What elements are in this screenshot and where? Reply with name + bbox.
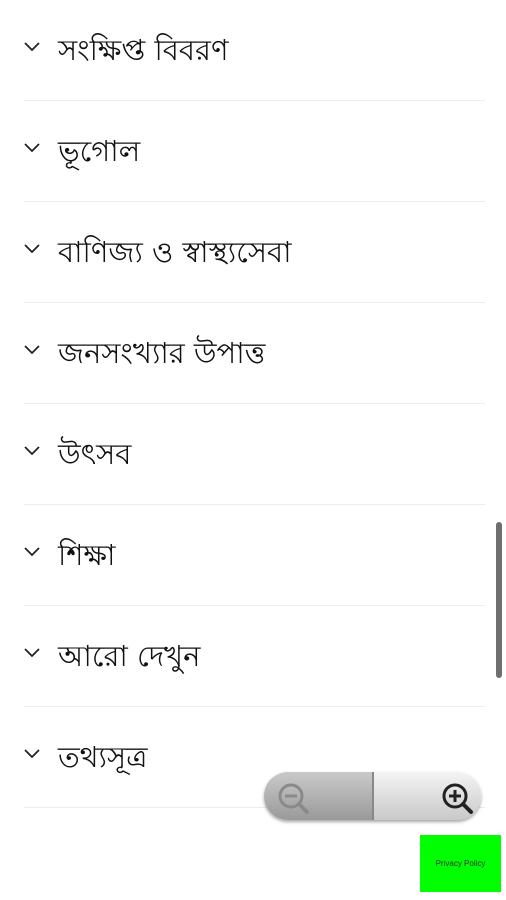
section-label: বাণিজ্য ও স্বাস্থ্যসেবা: [58, 235, 292, 269]
section-summary[interactable]: সংক্ষিপ্ত বিবরণ: [24, 0, 485, 101]
section-label: তথ্যসূত্র: [58, 740, 148, 774]
zoom-out-button[interactable]: [264, 772, 372, 820]
section-label: ভূগোল: [58, 134, 141, 168]
chevron-down-icon: [24, 648, 40, 658]
zoom-control: [264, 772, 481, 820]
chevron-down-icon: [24, 446, 40, 456]
chevron-down-icon: [24, 749, 40, 759]
section-education[interactable]: শিক্ষা: [24, 505, 485, 606]
section-festivals[interactable]: উৎসব: [24, 404, 485, 505]
section-geography[interactable]: ভূগোল: [24, 101, 485, 202]
section-commerce-health[interactable]: বাণিজ্য ও স্বাস্থ্যসেবা: [24, 202, 485, 303]
collapsible-section-list: সংক্ষিপ্ত বিবরণ ভূগোল বাণিজ্য ও স্বাস্থ্…: [24, 0, 485, 808]
chevron-down-icon: [24, 143, 40, 153]
zoom-out-icon: [276, 781, 310, 819]
chevron-down-icon: [24, 547, 40, 557]
section-label: উৎসব: [58, 437, 132, 471]
privacy-policy-label: Privacy Policy: [435, 859, 486, 868]
chevron-down-icon: [24, 345, 40, 355]
section-label: শিক্ষা: [58, 538, 116, 572]
section-label: সংক্ষিপ্ত বিবরণ: [58, 33, 229, 67]
zoom-in-icon: [440, 781, 474, 819]
app-screen: সংক্ষিপ্ত বিবরণ ভূগোল বাণিজ্য ও স্বাস্থ্…: [0, 0, 506, 900]
section-see-also[interactable]: আরো দেখুন: [24, 606, 485, 707]
section-label: জনসংখ্যার উপাত্ত: [58, 336, 266, 370]
privacy-policy-button[interactable]: Privacy Policy: [420, 835, 501, 892]
section-population-data[interactable]: জনসংখ্যার উপাত্ত: [24, 303, 485, 404]
section-label: আরো দেখুন: [58, 639, 201, 673]
chevron-down-icon: [24, 42, 40, 52]
vertical-scrollbar[interactable]: [496, 522, 502, 678]
zoom-in-button[interactable]: [374, 772, 481, 820]
chevron-down-icon: [24, 244, 40, 254]
